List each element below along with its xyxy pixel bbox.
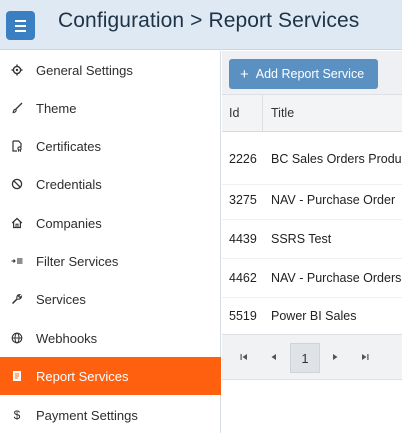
current-page-button[interactable]: 1 bbox=[290, 343, 320, 373]
sidebar-item-filter-services[interactable]: Filter Services bbox=[0, 242, 221, 280]
plus-icon: + bbox=[240, 65, 249, 83]
first-page-icon[interactable] bbox=[238, 349, 250, 365]
home-icon bbox=[10, 217, 24, 229]
report-icon bbox=[10, 370, 24, 382]
sidebar-item-label: Webhooks bbox=[36, 330, 98, 346]
add-report-service-button[interactable]: + Add Report Service bbox=[229, 59, 378, 89]
sidebar-item-label: Theme bbox=[36, 100, 77, 116]
cell-title: NAV - Purchase Order bbox=[271, 193, 396, 207]
sidebar-item-certificates[interactable]: Certificates bbox=[0, 127, 221, 165]
cell-id: 4462 bbox=[229, 271, 257, 285]
brush-icon bbox=[10, 102, 24, 114]
sidebar-item-label: Filter Services bbox=[36, 253, 119, 269]
table-row[interactable]: 4439 SSRS Test bbox=[222, 220, 402, 259]
top-header: Configuration > Report Services bbox=[0, 0, 402, 50]
sidebar-item-report-services[interactable]: Report Services bbox=[0, 357, 221, 395]
sidebar-item-credentials[interactable]: Credentials bbox=[0, 165, 221, 203]
sidebar-item-label: General Settings bbox=[36, 62, 133, 78]
table-row[interactable]: 2226 BC Sales Orders Produc bbox=[222, 133, 402, 185]
filter-icon bbox=[10, 255, 24, 267]
add-report-service-label: Add Report Service bbox=[255, 67, 365, 81]
cell-id: 4439 bbox=[229, 232, 257, 246]
wrench-icon bbox=[10, 293, 24, 305]
sidebar-item-label: Services bbox=[36, 291, 86, 307]
cell-id: 3275 bbox=[229, 193, 257, 207]
column-header-title[interactable]: Title bbox=[264, 95, 402, 131]
sidebar-item-payment-settings[interactable]: $ Payment Settings bbox=[0, 396, 221, 433]
certificate-icon bbox=[10, 140, 24, 152]
toolbar: + Add Report Service bbox=[222, 51, 402, 95]
sidebar-item-companies[interactable]: Companies bbox=[0, 204, 221, 242]
cell-id: 2226 bbox=[229, 151, 257, 166]
last-page-icon[interactable] bbox=[359, 349, 371, 365]
column-header-id[interactable]: Id bbox=[222, 95, 263, 131]
table-row[interactable]: 4462 NAV - Purchase Orders bbox=[222, 259, 402, 298]
table-row[interactable]: 5519 Power BI Sales bbox=[222, 297, 402, 336]
cell-title: SSRS Test bbox=[271, 232, 332, 246]
pagination: 1 bbox=[222, 334, 402, 380]
sidebar-item-label: Report Services bbox=[36, 368, 129, 384]
hamburger-icon[interactable] bbox=[6, 11, 35, 40]
previous-page-icon[interactable] bbox=[268, 349, 280, 365]
sidebar-item-general-settings[interactable]: General Settings bbox=[0, 51, 221, 89]
sidebar-item-label: Certificates bbox=[36, 138, 102, 154]
cell-title: BC Sales Orders Produc bbox=[271, 151, 402, 166]
cell-title: NAV - Purchase Orders bbox=[271, 271, 402, 285]
sidebar-item-services[interactable]: Services bbox=[0, 280, 221, 318]
ban-icon bbox=[10, 178, 24, 190]
cell-title: Power BI Sales bbox=[271, 309, 357, 323]
dollar-icon: $ bbox=[13, 408, 21, 422]
gear-icon bbox=[10, 64, 24, 76]
sidebar-item-label: Credentials bbox=[36, 176, 102, 192]
globe-icon bbox=[10, 332, 24, 344]
sidebar-item-label: Companies bbox=[36, 215, 102, 231]
cell-id: 5519 bbox=[229, 309, 257, 323]
next-page-icon[interactable] bbox=[329, 349, 341, 365]
table-row[interactable]: 3275 NAV - Purchase Order bbox=[222, 181, 402, 220]
sidebar: General Settings Theme Certificates Cred… bbox=[0, 51, 221, 433]
sidebar-item-label: Payment Settings bbox=[36, 407, 138, 423]
grid-header: Id Title bbox=[222, 95, 402, 132]
page-title: Configuration > Report Services bbox=[58, 9, 360, 32]
sidebar-item-webhooks[interactable]: Webhooks bbox=[0, 319, 221, 357]
sidebar-item-theme[interactable]: Theme bbox=[0, 89, 221, 127]
main-content: + Add Report Service Id Title 2226 BC Sa… bbox=[222, 51, 402, 433]
